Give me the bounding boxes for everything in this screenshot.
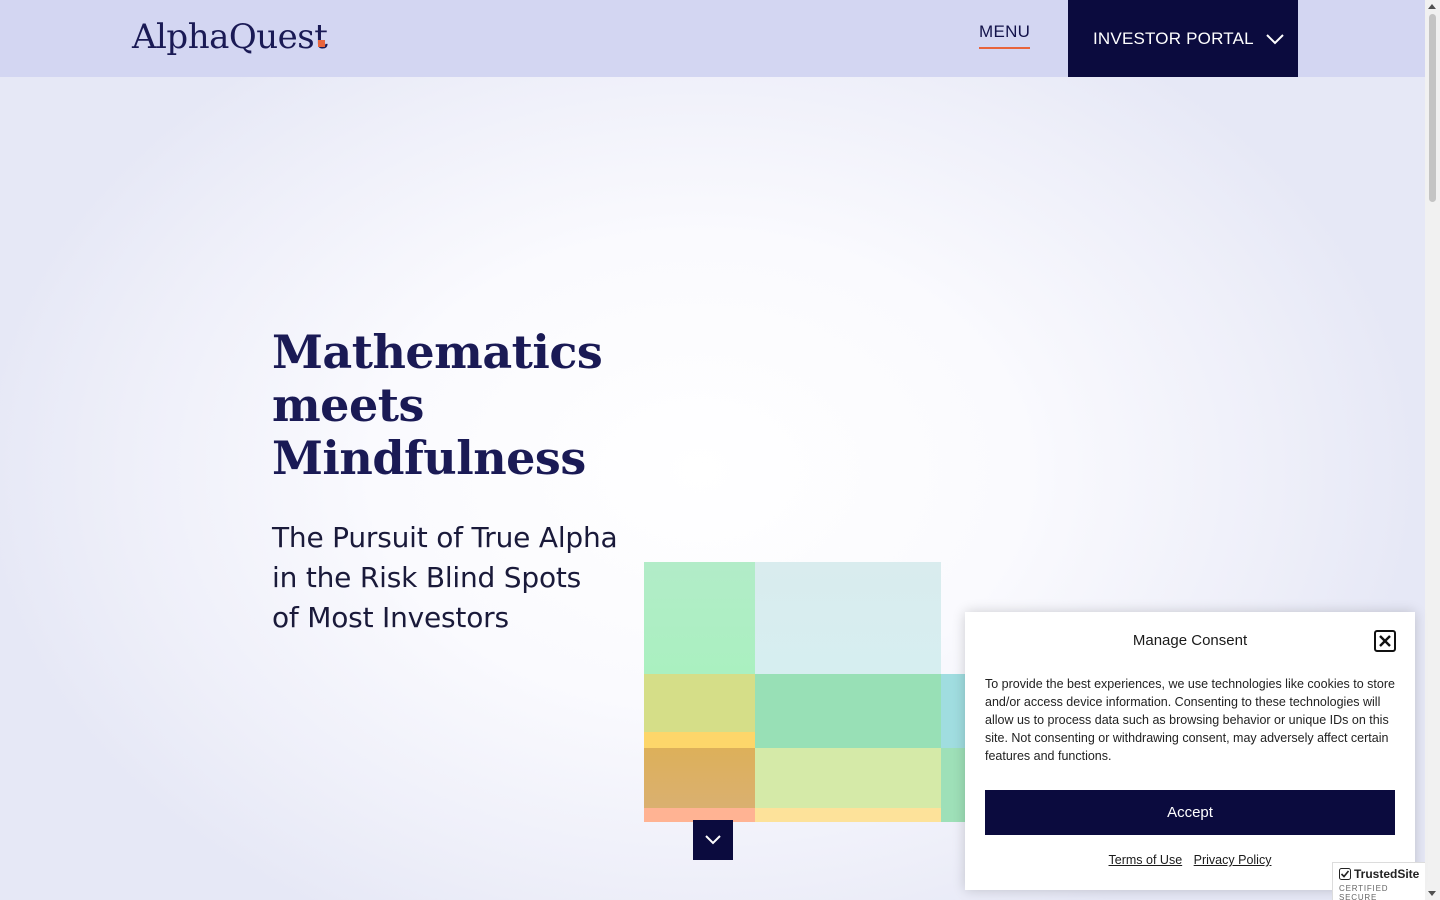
trustedsite-subtitle: CERTIFIED SECURE [1339, 884, 1389, 900]
mosaic-tile [644, 732, 755, 748]
hero-mosaic-graphic [644, 562, 974, 824]
trustedsite-name-row: TrustedSite [1339, 867, 1425, 881]
check-icon [1339, 868, 1351, 880]
menu-button[interactable]: MENU [979, 22, 1031, 49]
mosaic-tile [755, 808, 941, 822]
close-icon [1379, 635, 1391, 647]
hero-title-line: Mathematics [272, 325, 603, 379]
investor-portal-button[interactable]: INVESTOR PORTAL [1068, 0, 1298, 77]
consent-body-text: To provide the best experiences, we use … [985, 677, 1395, 763]
chevron-down-icon [705, 835, 721, 845]
hero-subtitle-line: The Pursuit of True Alpha [272, 521, 618, 554]
mosaic-tile [755, 748, 941, 808]
scrollbar-thumb[interactable] [1429, 14, 1436, 202]
chevron-down-icon [1266, 33, 1284, 44]
privacy-policy-link[interactable]: Privacy Policy [1194, 853, 1272, 867]
mosaic-tile [644, 674, 755, 732]
consent-title: Manage Consent [1132, 632, 1248, 649]
mosaic-tile [755, 562, 941, 674]
trustedsite-badge[interactable]: TrustedSite CERTIFIED SECURE [1332, 862, 1425, 900]
terms-of-use-link[interactable]: Terms of Use [1109, 853, 1183, 867]
mosaic-tile [644, 562, 755, 674]
mosaic-tile [755, 674, 941, 748]
scroll-down-arrow-icon[interactable] [1428, 891, 1436, 896]
scroll-down-button[interactable] [693, 820, 733, 860]
hero-subtitle-line: of Most Investors [272, 601, 509, 634]
mosaic-tile [644, 748, 755, 808]
logo[interactable]: AlphaQuest [132, 17, 328, 57]
hero-subtitle: The Pursuit of True Alpha in the Risk Bl… [272, 518, 618, 638]
hero-title-line: meets [272, 378, 424, 432]
trustedsite-name: TrustedSite [1354, 867, 1420, 881]
consent-dialog: Manage Consent To provide the best exper… [965, 612, 1415, 890]
hero-title-line: Mindfulness [272, 431, 586, 485]
page-scrollbar[interactable] [1425, 0, 1440, 900]
consent-close-button[interactable] [1374, 630, 1396, 652]
logo-dot [318, 40, 325, 47]
investor-portal-label: INVESTOR PORTAL [1093, 28, 1254, 48]
hero-title: Mathematics meets Mindfulness [272, 325, 603, 485]
accept-button[interactable]: Accept [985, 790, 1395, 835]
hero-subtitle-line: in the Risk Blind Spots [272, 561, 582, 594]
scroll-up-arrow-icon[interactable] [1428, 4, 1436, 9]
site-header: AlphaQuest MENU INVESTOR PORTAL [0, 0, 1425, 77]
